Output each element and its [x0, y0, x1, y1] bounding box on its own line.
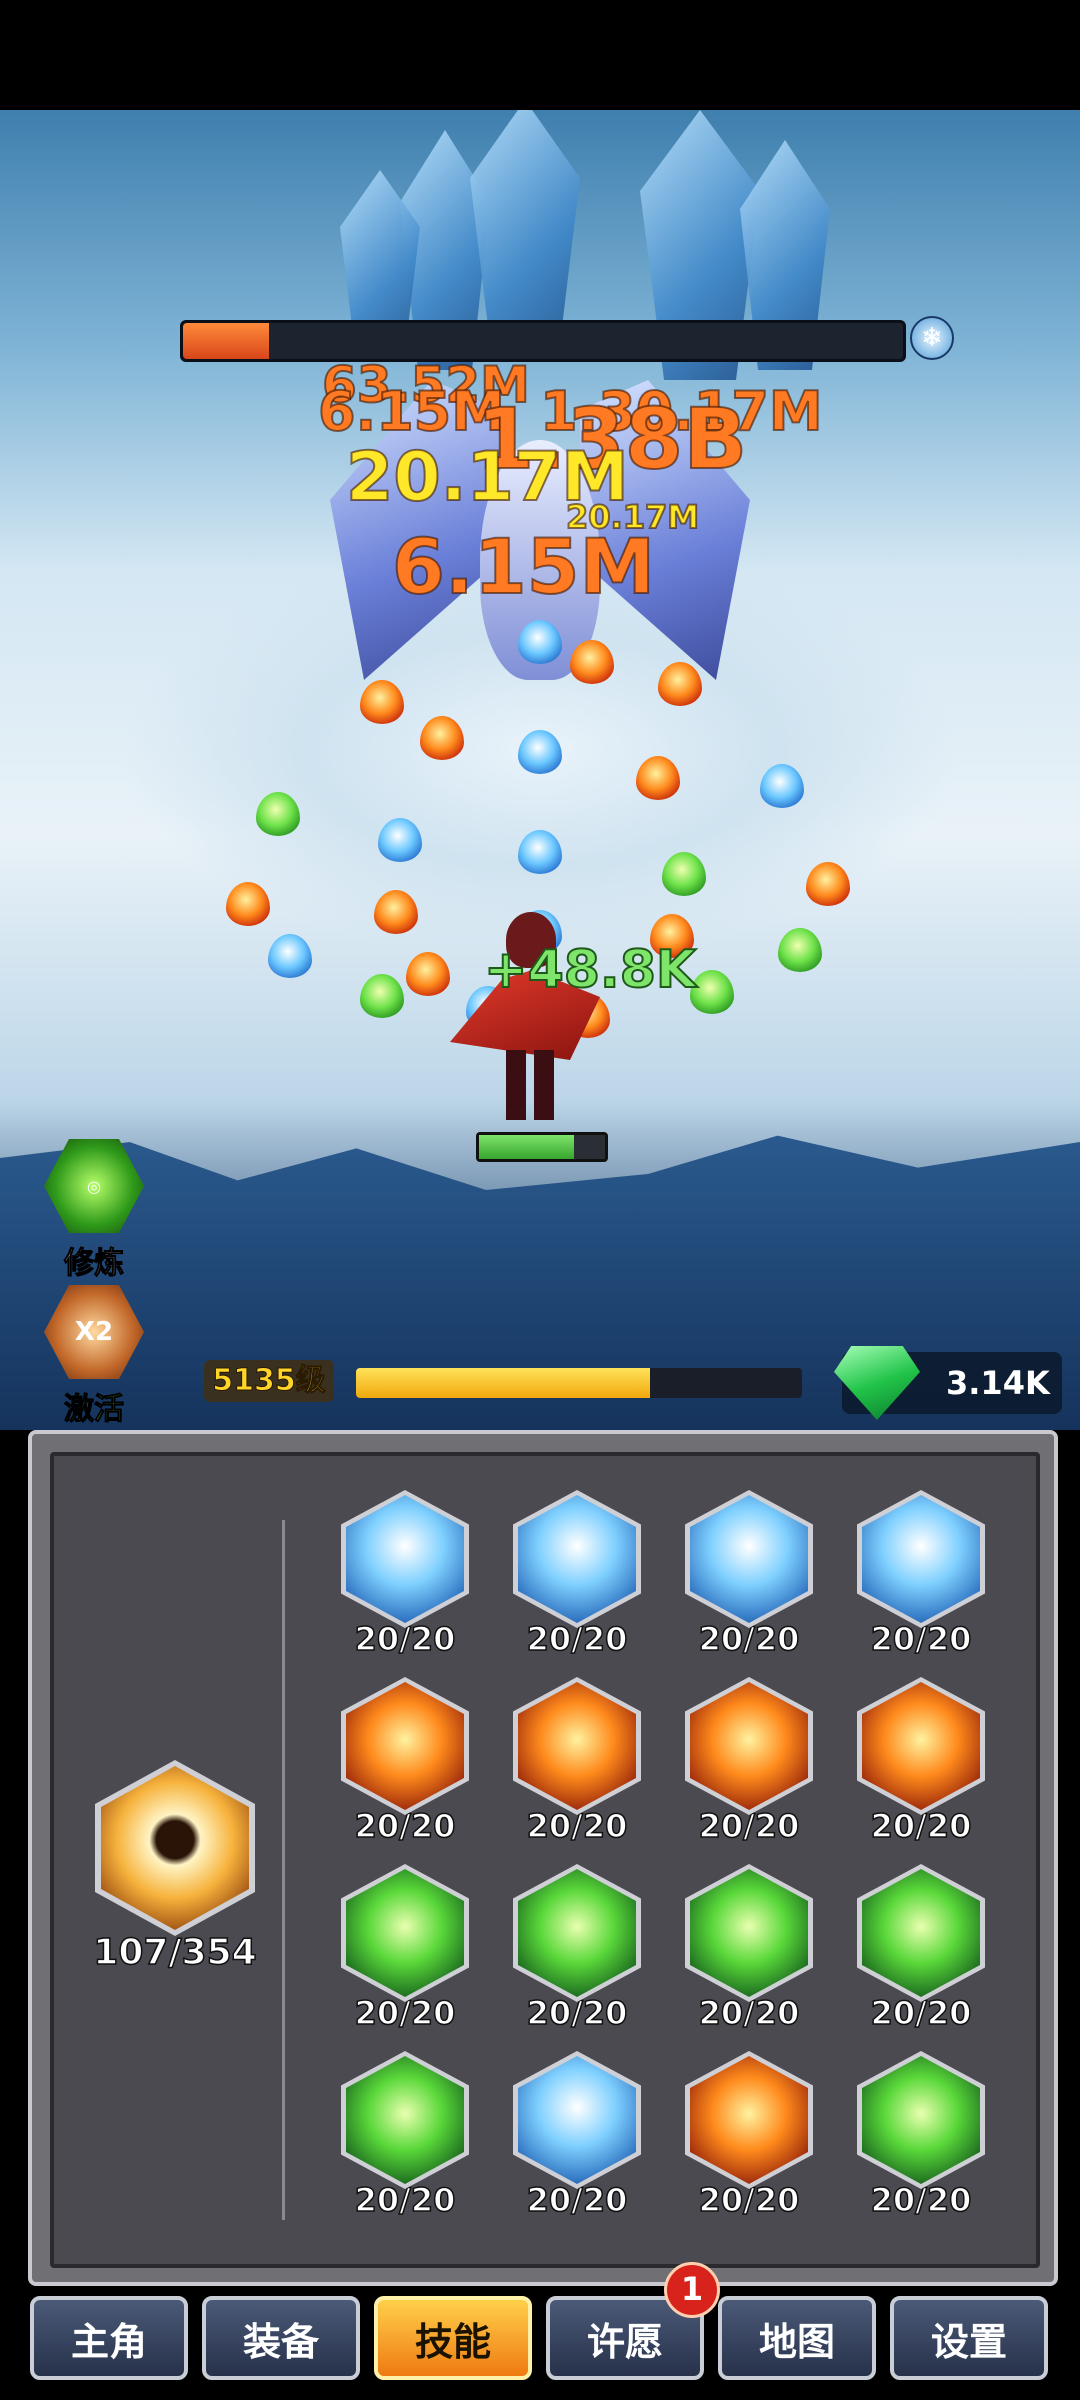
panel-divider [282, 1520, 285, 2220]
cultivate-button[interactable]: ◎ 修炼 [42, 1136, 146, 1282]
boss-hp-bar [180, 320, 906, 362]
skill-slot[interactable]: 20/20 [856, 2051, 986, 2220]
skill-frame [685, 1677, 813, 1815]
fire-skill-icon [690, 2056, 808, 2184]
skill-frame [513, 2051, 641, 2189]
potion-icon: X2 [44, 1285, 144, 1379]
wind-skill-icon [690, 1869, 808, 1997]
fire-skill-icon [346, 1682, 464, 1810]
skill-frame [513, 1864, 641, 2002]
main-skill-count: 107/354 [93, 1931, 258, 1974]
skill-slot[interactable]: 20/20 [340, 1490, 470, 1659]
ice-skill-icon [518, 1495, 636, 1623]
skill-slot[interactable]: 20/20 [340, 1864, 470, 2033]
skill-slot[interactable]: 20/20 [856, 1677, 986, 1846]
hero-hp-bar [476, 1132, 608, 1162]
heal-number: +48.8K [483, 939, 697, 1001]
flame-spirit-icon [101, 1766, 249, 1930]
damage-number: 6.15M [391, 521, 656, 612]
fire-skill-icon [862, 1682, 980, 1810]
gem-value: 3.14K [946, 1364, 1050, 1402]
skill-slot[interactable]: 20/20 [856, 1864, 986, 2033]
skill-frame [857, 1677, 985, 1815]
skill-slot[interactable]: 20/20 [684, 2051, 814, 2220]
gem-counter: 3.14K [834, 1346, 1062, 1420]
swirl-icon: ◎ [44, 1139, 144, 1233]
skill-slot[interactable]: 20/20 [512, 1864, 642, 2033]
skill-slot[interactable]: 20/20 [512, 1490, 642, 1659]
ice-skill-icon [690, 1495, 808, 1623]
wind-skill-icon [346, 1869, 464, 1997]
skill-frame [685, 1490, 813, 1628]
cultivate-label: 修炼 [64, 1246, 125, 1282]
fire-skill-icon [690, 1682, 808, 1810]
skill-frame [341, 2051, 469, 2189]
skill-frame [857, 2051, 985, 2189]
snowflake-icon: ❄ [910, 316, 954, 360]
bottom-nav: 主角 装备 技能 许愿 地图 设置 1 [0, 2262, 1080, 2400]
skill-slot[interactable]: 20/20 [340, 1677, 470, 1846]
skill-slot[interactable]: 20/20 [512, 1677, 642, 1846]
skill-slot[interactable]: 20/20 [684, 1490, 814, 1659]
tab-settings[interactable]: 设置 [890, 2296, 1048, 2380]
skill-frame [685, 1864, 813, 2002]
multiplier-badge: X2 [74, 1317, 114, 1347]
tab-map[interactable]: 地图 [718, 2296, 876, 2380]
wind-skill-icon [862, 2056, 980, 2184]
boss-hp-fill [183, 323, 270, 359]
wind-skill-icon [346, 2056, 464, 2184]
skill-frame [857, 1864, 985, 2002]
wind-skill-icon [518, 1869, 636, 1997]
skill-slot[interactable]: 20/20 [684, 1677, 814, 1846]
tab-skills[interactable]: 技能 [374, 2296, 532, 2380]
level-badge: 5135级 [204, 1360, 334, 1402]
wind-skill-icon [862, 1869, 980, 1997]
tab-hero[interactable]: 主角 [30, 2296, 188, 2380]
ice-skill-icon [862, 1495, 980, 1623]
skill-slot[interactable]: 20/20 [512, 2051, 642, 2220]
skill-frame [341, 1677, 469, 1815]
ice-skill-icon [346, 1495, 464, 1623]
skill-slot[interactable]: 20/20 [340, 2051, 470, 2220]
skill-frame [341, 1864, 469, 2002]
exp-bar [356, 1368, 802, 1398]
skill-slot[interactable]: 20/20 [684, 1864, 814, 2033]
skill-frame [513, 1677, 641, 1815]
main-skill[interactable]: 107/354 [90, 1760, 260, 1974]
ice-skill-icon [518, 2056, 636, 2184]
activate-label: 激活 [64, 1392, 125, 1428]
hero-hp-fill [479, 1135, 574, 1159]
tab-equipment[interactable]: 装备 [202, 2296, 360, 2380]
exp-fill [356, 1368, 651, 1398]
top-status-area [0, 0, 1080, 110]
wish-notification-badge: 1 [664, 2262, 720, 2318]
skill-frame [513, 1490, 641, 1628]
skill-frame [857, 1490, 985, 1628]
gem-icon [834, 1346, 920, 1420]
fire-skill-icon [518, 1682, 636, 1810]
hero-character [450, 900, 610, 1130]
skill-frame [685, 2051, 813, 2189]
activate-button[interactable]: X2 激活 [42, 1282, 146, 1428]
skill-slot[interactable]: 20/20 [856, 1490, 986, 1659]
skill-frame [341, 1490, 469, 1628]
